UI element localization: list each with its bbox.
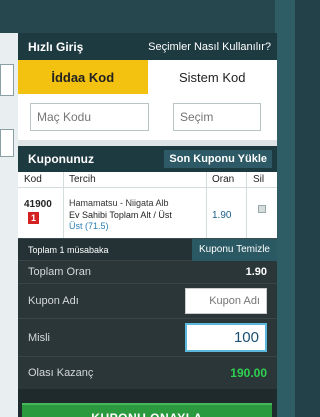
multiplier-label: Misli <box>28 331 50 344</box>
coupon-name-row: Kupon Adı <box>18 283 277 318</box>
total-odds-value: 1.90 <box>245 266 267 278</box>
odds-cell: 1.90 <box>207 188 247 238</box>
multiplier-row: Misli <box>18 318 277 356</box>
coupon-name-input[interactable] <box>185 288 267 314</box>
top-bar <box>0 0 295 33</box>
match-code: 41900 <box>24 199 52 210</box>
match-name: Hamamatsu - Niigata Alb <box>69 198 169 208</box>
coupon-table: Kod Tercih Oran Sil 41900 1 Hamamatsu - … <box>18 172 277 238</box>
left-panel-box <box>0 64 14 96</box>
delete-cell <box>247 188 277 238</box>
help-link[interactable]: Seçimler Nasıl Kullanılır? <box>148 41 271 53</box>
quick-entry-header: Hızlı Giriş Seçimler Nasıl Kullanılır? <box>18 33 277 60</box>
selection-name: Üst (71.5) <box>69 221 109 231</box>
potential-win-row: Olası Kazanç 190.00 <box>18 356 277 389</box>
column-header-sil: Sil <box>253 174 265 185</box>
coupon-summary-bar: Toplam 1 müsabaka Kuponu Temizle <box>18 238 277 261</box>
potential-win-value: 190.00 <box>230 366 267 380</box>
selection-input[interactable] <box>173 103 261 131</box>
total-odds-label: Toplam Oran <box>28 266 91 278</box>
confirm-coupon-button[interactable]: KUPONU ONAYLA <box>22 403 272 417</box>
potential-win-label: Olası Kazanç <box>28 367 94 379</box>
load-last-coupon-button[interactable]: Son Kuponu Yükle <box>164 150 272 168</box>
quick-entry-tabs: İddaa Kod Sistem Kod <box>18 60 277 94</box>
betslip-panel: Hızlı Giriş Seçimler Nasıl Kullanılır? İ… <box>18 33 277 417</box>
clear-coupon-button[interactable]: Kuponu Temizle <box>192 238 277 261</box>
quick-entry-title: Hızlı Giriş <box>28 39 84 54</box>
total-odds-row: Toplam Oran 1.90 <box>18 260 277 283</box>
match-code-input[interactable] <box>30 103 149 131</box>
table-row: 41900 1 Hamamatsu - Niigata Alb Ev Sahib… <box>18 188 277 238</box>
tab-sistem-kod[interactable]: Sistem Kod <box>147 60 277 94</box>
coupon-totals: Toplam Oran 1.90 Kupon Adı Misli Olası K… <box>18 260 277 389</box>
column-header-tercih: Tercih <box>64 172 207 187</box>
multiplier-input[interactable] <box>185 323 267 352</box>
coupon-table-header: Kod Tercih Oran Sil <box>18 172 277 188</box>
right-edge <box>275 0 295 417</box>
coupon-title: Kuponunuz <box>28 152 94 166</box>
coupon-header: Kuponunuz Son Kuponu Yükle <box>18 146 277 172</box>
quick-entry-inputs <box>18 94 277 140</box>
left-panel-box <box>0 129 14 157</box>
tab-iddaa-kod[interactable]: İddaa Kod <box>18 60 148 94</box>
column-header-kod: Kod <box>18 172 64 187</box>
match-count: Toplam 1 müsabaka <box>28 244 109 255</box>
pick-cell: Hamamatsu - Niigata Alb Ev Sahibi Toplam… <box>64 188 207 238</box>
match-code-cell: 41900 1 <box>18 188 64 238</box>
mbs-badge: 1 <box>28 212 39 224</box>
market-name: Ev Sahibi Toplam Alt / Üst <box>69 209 172 220</box>
coupon-name-label: Kupon Adı <box>28 295 79 307</box>
left-panel-edge <box>0 33 18 417</box>
delete-icon[interactable] <box>258 205 266 213</box>
column-header-oran: Oran <box>207 172 247 187</box>
